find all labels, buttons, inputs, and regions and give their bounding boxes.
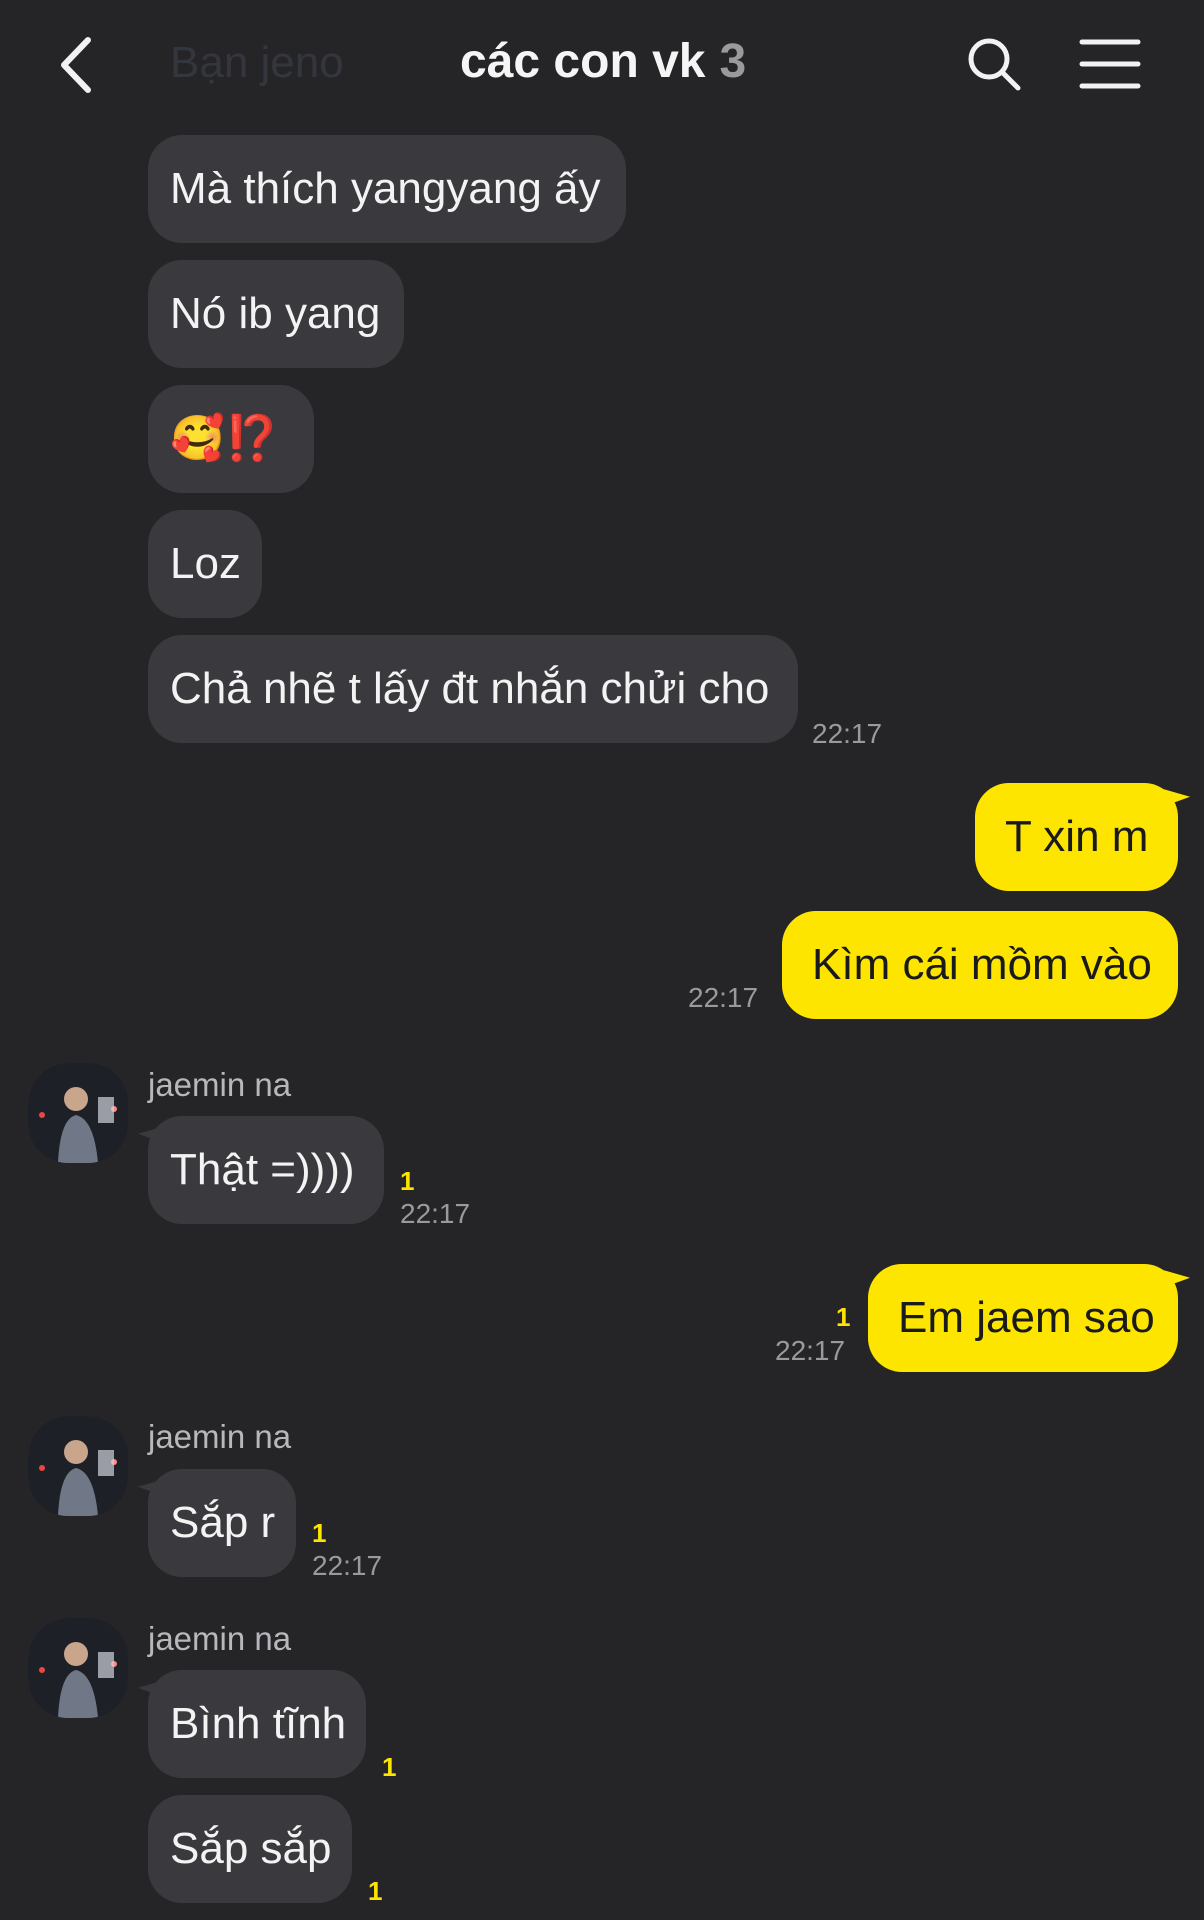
chat-title: các con vk 3: [460, 34, 746, 89]
back-arrow-icon: [61, 37, 91, 93]
unread-count: 1: [836, 1302, 851, 1332]
incoming-message[interactable]: 🥰⁉️: [148, 385, 314, 493]
menu-icon: [1079, 39, 1141, 89]
incoming-message[interactable]: Mà thích yangyang ấy: [148, 135, 626, 243]
unread-count: 1: [400, 1166, 415, 1196]
avatar-photo-icon: [28, 1618, 128, 1718]
search-icon: [968, 38, 1021, 91]
back-button[interactable]: [50, 30, 110, 100]
outgoing-message[interactable]: Kìm cái mồm vào: [782, 911, 1178, 1019]
avatar-photo-icon: [28, 1416, 128, 1516]
avatar[interactable]: [28, 1618, 128, 1718]
unread-count: 1: [382, 1752, 397, 1782]
sender-name: jaemin na: [148, 1418, 292, 1455]
incoming-message[interactable]: Sắp sắp: [148, 1795, 352, 1903]
sender-name: jaemin na: [148, 1620, 292, 1657]
search-button[interactable]: [962, 32, 1026, 96]
message-time: 22:17: [775, 1335, 846, 1366]
message-time: 22:17: [688, 982, 759, 1013]
message-time: 22:17: [312, 1550, 383, 1581]
menu-button[interactable]: [1078, 34, 1142, 94]
avatar-photo-icon: [28, 1063, 128, 1163]
member-count: 3: [719, 35, 747, 88]
incoming-message[interactable]: Nó ib yang: [148, 260, 404, 368]
incoming-message[interactable]: Bình tĩnh: [148, 1670, 366, 1778]
emoji-message-text: 🥰⁉️: [170, 414, 280, 463]
incoming-message[interactable]: Thật =)))): [148, 1116, 384, 1224]
previous-chat-title: Bạn jeno: [170, 38, 344, 87]
unread-count: 1: [312, 1518, 327, 1548]
message-time: 22:17: [812, 718, 883, 749]
unread-count: 1: [368, 1876, 383, 1906]
chat-header: Bạn jeno các con vk 3: [0, 0, 1204, 130]
chat-name: các con vk: [460, 35, 706, 88]
incoming-message[interactable]: Loz: [148, 510, 262, 618]
message-time: 22:17: [400, 1198, 471, 1229]
sender-name: jaemin na: [148, 1066, 292, 1103]
outgoing-message[interactable]: T xin m: [975, 783, 1178, 891]
avatar[interactable]: [28, 1416, 128, 1516]
outgoing-message[interactable]: Em jaem sao: [868, 1264, 1178, 1372]
incoming-message[interactable]: Sắp r: [148, 1469, 296, 1577]
incoming-message[interactable]: Chả nhẽ t lấy đt nhắn chửi cho: [148, 635, 798, 743]
avatar[interactable]: [28, 1063, 128, 1163]
